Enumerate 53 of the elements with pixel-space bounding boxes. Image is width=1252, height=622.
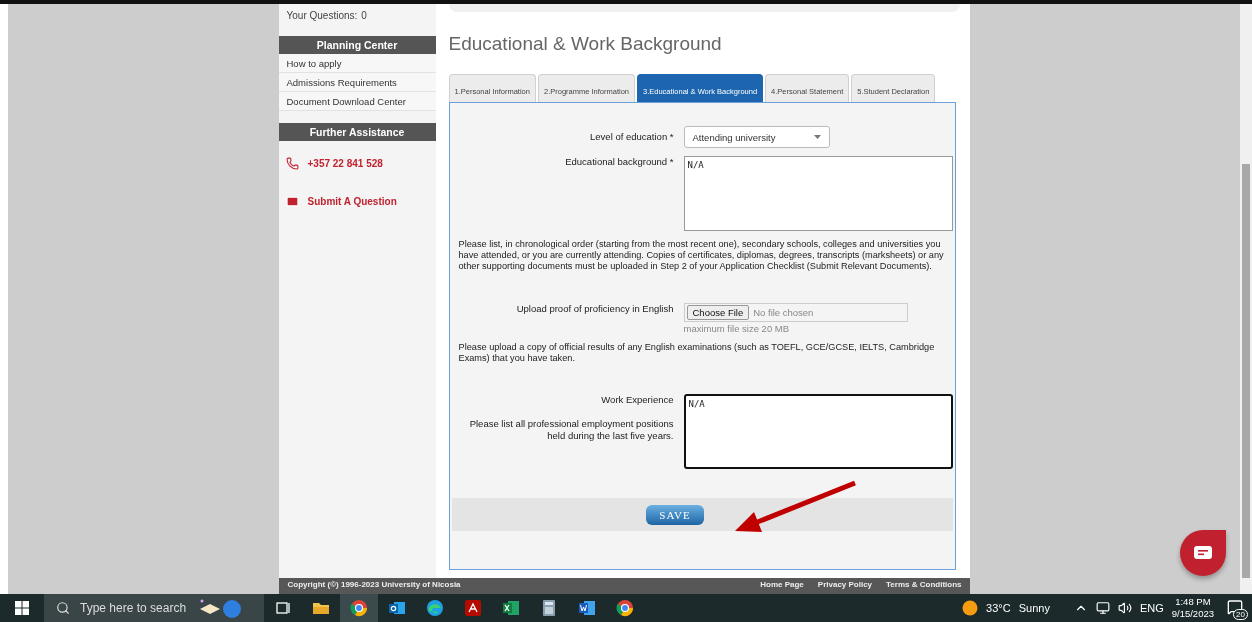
browser-icon	[426, 599, 444, 617]
taskbar-app-button[interactable]	[340, 594, 378, 622]
field-label: Level of education *	[590, 131, 674, 142]
calculator-icon	[540, 599, 558, 617]
save-button[interactable]: SAVE	[646, 504, 704, 525]
file-status: No file chosen	[753, 306, 814, 318]
page-title: Educational & Work Background	[448, 33, 723, 55]
caret-icon	[813, 135, 821, 139]
footer-link[interactable]: Home Page	[760, 580, 804, 589]
sun-icon	[962, 600, 979, 616]
copyright-text: Copyright (©) 1996-2023 University of Nicosia	[287, 580, 461, 589]
footer-link[interactable]: Privacy Policy	[817, 580, 873, 589]
questions-label: Your Questions:	[286, 10, 358, 23]
field-label: Upload proof of proficiency in English	[516, 302, 674, 314]
chat-icon	[1194, 546, 1212, 560]
field-description: Please list all professional employment positions held during the last five years.	[468, 418, 674, 442]
choose-file-button[interactable]: Choose File	[686, 304, 750, 320]
file-input[interactable]: Choose File No file chosen	[683, 302, 908, 322]
phone-icon	[285, 157, 299, 170]
field-label: Educational background *	[565, 156, 674, 167]
scrollbar[interactable]	[1240, 4, 1252, 594]
pdf-app-icon	[464, 599, 482, 617]
phone-link[interactable]: +357 22 841 528	[285, 157, 436, 170]
sidebar-heading: Planning Center	[278, 36, 436, 54]
footer-link[interactable]: Terms & Conditions	[886, 580, 962, 589]
document-app-icon	[578, 599, 596, 617]
field-label: Work Experience	[601, 394, 674, 406]
weather-condition: Sunny	[1018, 602, 1050, 614]
spreadsheet-app-icon	[502, 599, 520, 617]
task-view-icon	[274, 599, 292, 617]
weather-temperature: 33°C	[986, 602, 1011, 614]
education-level-dropdown[interactable]: Attending university	[683, 126, 830, 148]
notification-icon	[1227, 599, 1243, 615]
language-indicator[interactable]: ENG	[1139, 602, 1164, 614]
search-input[interactable]: Type here to search	[78, 600, 188, 616]
volume-icon[interactable]	[1117, 601, 1132, 615]
text-area[interactable]: N/A	[683, 156, 953, 231]
text-area[interactable]: N/A	[683, 394, 953, 470]
windows-logo-icon	[15, 601, 29, 615]
sidebar-heading: Further Assistance	[278, 123, 436, 141]
clock[interactable]: 1:48 PM 9/15/2023	[1171, 596, 1214, 620]
help-text: Please list, in chronological order (starting from the most recent one), secondary schools, colleges and universities you have attended, or you are currently attending. Copies of certificates, diplomas, degrees, transcripts (marksheets) or any other supporting documents must be uploaded in Step 2 of your Application Checklist (Submit Relevant Documents).	[458, 239, 945, 273]
mail-app-icon	[388, 599, 406, 617]
browser-icon	[616, 599, 634, 617]
file-size-hint: maximum file size 20 MB	[683, 322, 791, 334]
questions-count: 0	[361, 10, 367, 23]
taskbar-search-bar[interactable]: Type here to search	[44, 594, 264, 622]
search-icon	[56, 601, 70, 615]
notifications-button[interactable]: 20	[1222, 594, 1248, 622]
browser-icon	[350, 599, 368, 617]
help-text: Please upload a copy of official results of any English examinations (such as TOEFL, GCE/GCSE, IELTS, Cambridge Exams) that you have taken.	[458, 341, 936, 365]
network-icon[interactable]	[1095, 601, 1110, 615]
submit-question-link[interactable]: Submit A Question	[285, 195, 436, 208]
